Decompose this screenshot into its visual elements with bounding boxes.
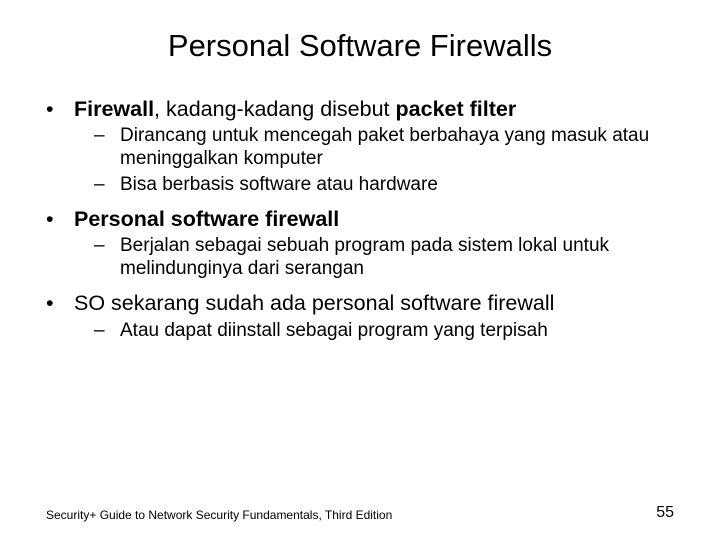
slide-footer: Security+ Guide to Network Security Fund… [46, 504, 674, 522]
text: SO sekarang sudah ada personal software … [74, 291, 554, 315]
text: Berjalan sebagai sebuah program pada sis… [120, 235, 609, 279]
text: Atau dapat diinstall sebagai program yan… [120, 320, 548, 341]
sub-bullet-item: Dirancang untuk mencegah paket berbahaya… [68, 124, 674, 170]
text: Bisa berbasis software atau hardware [120, 174, 438, 195]
text: Dirancang untuk mencegah paket berbahaya… [120, 125, 649, 169]
sub-bullet-item: Bisa berbasis software atau hardware [68, 173, 674, 196]
slide: Personal Software Firewalls Firewall, ka… [0, 0, 720, 540]
sub-bullet-item: Atau dapat diinstall sebagai program yan… [68, 319, 674, 342]
bold-text: Firewall [74, 97, 154, 121]
slide-title: Personal Software Firewalls [168, 28, 552, 64]
footer-book-title: Security+ Guide to Network Security Fund… [46, 508, 392, 522]
bullet-list: Firewall, kadang-kadang disebut packet f… [46, 96, 674, 342]
bullet-item: SO sekarang sudah ada personal software … [46, 290, 674, 341]
sub-bullet-list: Atau dapat diinstall sebagai program yan… [68, 319, 674, 342]
sub-bullet-list: Dirancang untuk mencegah paket berbahaya… [68, 124, 674, 196]
sub-bullet-item: Berjalan sebagai sebuah program pada sis… [68, 234, 674, 280]
bold-text: Personal software firewall [74, 207, 339, 231]
bullet-item: Firewall, kadang-kadang disebut packet f… [46, 96, 674, 196]
footer-page-number: 55 [656, 504, 674, 522]
bold-text: packet filter [396, 97, 517, 121]
bullet-item: Personal software firewall Berjalan seba… [46, 206, 674, 281]
slide-content: Firewall, kadang-kadang disebut packet f… [46, 96, 674, 520]
sub-bullet-list: Berjalan sebagai sebuah program pada sis… [68, 234, 674, 280]
text: , kadang-kadang disebut [154, 97, 395, 121]
